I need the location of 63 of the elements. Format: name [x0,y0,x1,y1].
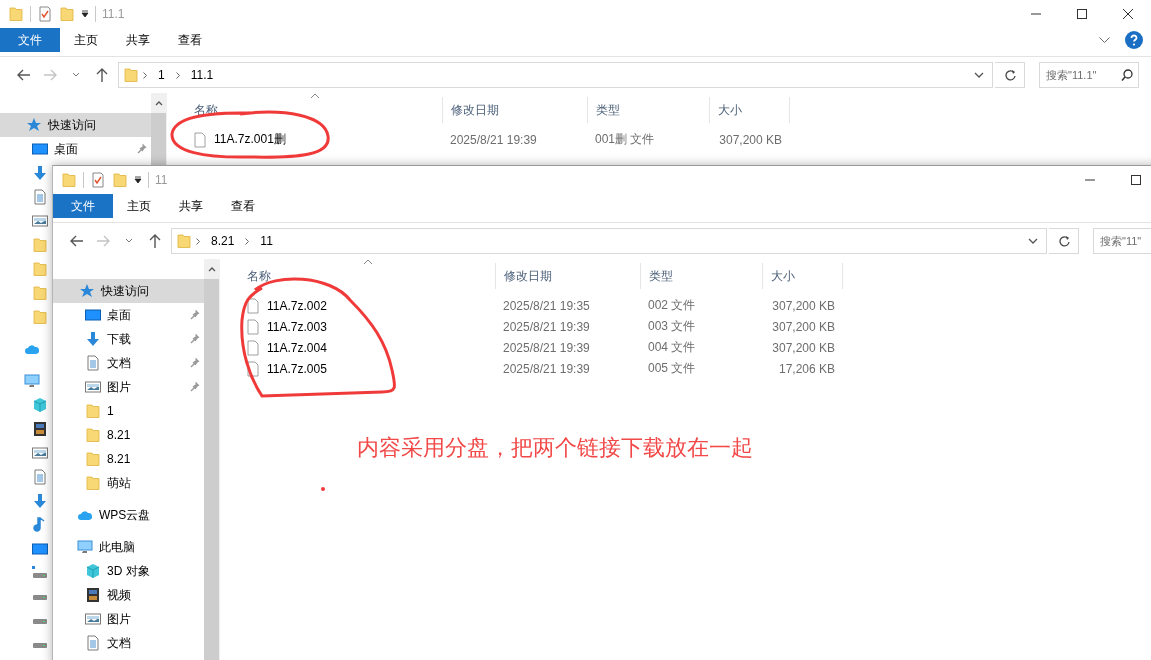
ribbon-tab[interactable]: 查看 [217,194,269,218]
column-header[interactable]: 类型 [588,97,710,123]
file-size: 307,200 KB [771,319,836,334]
column-header[interactable]: 名称 [220,263,496,289]
file-type: 004 文件 [647,339,697,356]
nav-item[interactable]: 桌面 [0,137,151,161]
file-name[interactable]: 11A.7z.001删 [214,131,286,148]
nav-item[interactable]: 8.21 [53,447,204,471]
file-type: 002 文件 [647,297,697,314]
annotation-note: 内容采用分盘，把两个链接下载放在一起 [357,434,753,462]
column-header[interactable]: 类型 [641,263,763,289]
modified-date: 2025/8/21 19:39 [449,132,538,147]
modified-date: 2025/8/21 19:39 [502,319,591,334]
nav-item[interactable]: 快速访问 [0,113,151,137]
column-header[interactable]: 修改日期 [443,97,588,123]
ribbon-tab[interactable]: 查看 [164,28,216,52]
nav-item[interactable]: 视频 [53,583,204,607]
window-title: 11.1 [102,7,125,21]
nav-item[interactable]: 萌站 [53,471,204,495]
modified-date: 2025/8/21 19:39 [502,340,591,355]
ribbon-tab[interactable]: 共享 [112,28,164,52]
file-size: 307,200 KB [718,132,783,147]
nav-item[interactable]: 图片 [53,607,204,631]
breadcrumb[interactable]: 1 [151,68,172,82]
modified-date: 2025/8/21 19:39 [502,361,591,376]
column-header[interactable]: 大小 [763,263,843,289]
nav-item[interactable]: 1 [53,399,204,423]
file-name[interactable]: 11A.7z.005 [267,361,327,376]
nav-item[interactable]: 图片 [53,375,204,399]
nav-item[interactable]: WPS云盘 [53,503,204,527]
ribbon-tab[interactable]: 共享 [165,194,217,218]
nav-item[interactable]: 桌面 [53,303,204,327]
file-type: 001删 文件 [594,131,656,148]
ribbon-tab[interactable]: 文件 [53,194,113,218]
file-name[interactable]: 11A.7z.003 [267,319,327,334]
nav-item[interactable]: 此电脑 [53,535,204,559]
breadcrumb[interactable]: 11.1 [183,68,221,82]
breadcrumb[interactable]: 11 [253,234,280,248]
file-size: 307,200 KB [771,340,836,355]
column-header[interactable]: 修改日期 [496,263,641,289]
ribbon-tab[interactable]: 主页 [113,194,165,218]
breadcrumb[interactable]: 8.21 [204,234,242,248]
address-bar[interactable]: 8.21 11 [171,228,1047,254]
ribbon-tab[interactable]: 文件 [0,28,60,52]
search-field[interactable]: 搜索"11" [1093,228,1151,254]
file-size: 17,206 KB [777,361,836,376]
nav-item[interactable]: 3D 对象 [53,559,204,583]
window-title: 11 [155,173,168,187]
ribbon-tab[interactable]: 主页 [60,28,112,52]
column-header[interactable]: 大小 [710,97,790,123]
nav-item[interactable]: 下载 [53,327,204,351]
address-bar[interactable]: 1 11.1 [118,62,993,88]
file-type: 005 文件 [647,360,697,377]
nav-item[interactable]: 文档 [53,351,204,375]
search-field[interactable]: 搜索"11.1" [1039,62,1139,88]
nav-item[interactable]: 8.21 [53,423,204,447]
file-size: 307,200 KB [771,298,836,313]
file-name[interactable]: 11A.7z.004 [267,340,327,355]
nav-item[interactable]: 快速访问 [53,279,204,303]
file-name[interactable]: 11A.7z.002 [267,298,327,313]
modified-date: 2025/8/21 19:35 [502,298,591,313]
file-type: 003 文件 [647,318,697,335]
nav-item[interactable]: 文档 [53,631,204,655]
